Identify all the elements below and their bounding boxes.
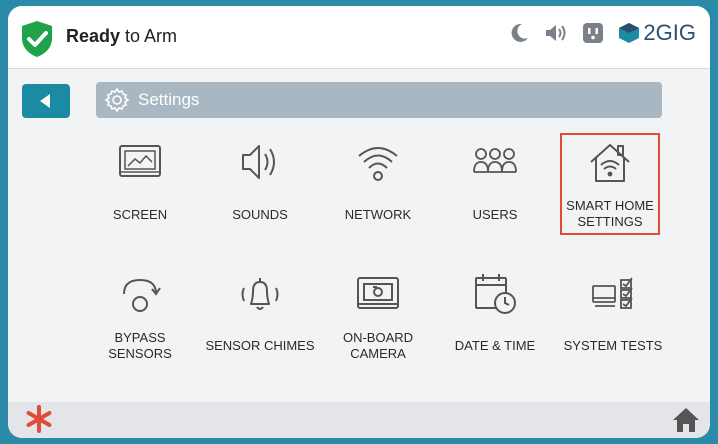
brand-name: 2GIG — [643, 20, 696, 45]
tile-label: SMART HOME SETTINGS — [566, 198, 654, 229]
tile-label: NETWORK — [344, 207, 412, 222]
tile-date-time[interactable]: DATE & TIME — [440, 266, 550, 376]
status-icons: 2GIG — [508, 20, 696, 46]
calendar-clock-icon — [440, 270, 550, 318]
arm-status: Ready to Arm — [66, 26, 177, 47]
power-outlet-icon[interactable] — [582, 22, 604, 44]
smart-home-icon — [562, 139, 658, 187]
footer-bar — [8, 402, 710, 438]
brand-logo: 2GIG — [618, 20, 696, 46]
tile-sounds[interactable]: SOUNDS — [205, 134, 315, 244]
camera-icon — [323, 270, 433, 318]
checklist-icon — [558, 270, 668, 318]
panel-frame: Ready to Arm 2GIG Settings SCREEN SOUNDS… — [8, 6, 710, 438]
wifi-icon — [323, 138, 433, 186]
users-icon — [440, 138, 550, 186]
screen-icon — [85, 138, 195, 186]
tile-label: USERS — [472, 207, 518, 222]
shield-check-icon — [22, 21, 52, 57]
tile-sensor-chimes[interactable]: SENSOR CHIMES — [205, 266, 315, 376]
home-icon[interactable] — [672, 406, 700, 434]
tile-label: ON-BOARD CAMERA — [342, 330, 414, 361]
tile-bypass-sensors[interactable]: BYPASS SENSORS — [85, 266, 195, 376]
tile-label: SOUNDS — [232, 207, 288, 222]
tile-smart-home-settings[interactable]: SMART HOME SETTINGS — [560, 133, 660, 235]
tile-label: SCREEN — [112, 207, 168, 222]
brand-mark-icon — [619, 23, 640, 43]
back-button[interactable] — [22, 84, 70, 118]
status-bar: Ready to Arm 2GIG — [8, 6, 710, 69]
page-title: Settings — [138, 90, 200, 109]
bypass-icon — [85, 270, 195, 318]
triangle-left-icon — [40, 94, 50, 108]
tile-label: SYSTEM TESTS — [563, 338, 663, 353]
bell-icon — [205, 270, 315, 318]
tile-label: DATE & TIME — [454, 338, 536, 353]
speaker-icon — [205, 138, 315, 186]
gear-icon — [104, 87, 130, 113]
tile-on-board-camera[interactable]: ON-BOARD CAMERA — [323, 266, 433, 376]
moon-icon[interactable] — [508, 22, 530, 44]
tile-network[interactable]: NETWORK — [323, 134, 433, 244]
arm-status-bold: Ready — [66, 26, 121, 46]
tile-label: SENSOR CHIMES — [205, 338, 315, 353]
page-title-bar: Settings — [96, 82, 662, 118]
volume-icon[interactable] — [544, 22, 568, 44]
tile-screen[interactable]: SCREEN — [85, 134, 195, 244]
tile-system-tests[interactable]: SYSTEM TESTS — [558, 266, 668, 376]
tile-label: BYPASS SENSORS — [108, 330, 172, 361]
arm-status-rest: to Arm — [120, 26, 178, 46]
asterisk-icon[interactable] — [24, 404, 54, 434]
tile-users[interactable]: USERS — [440, 134, 550, 244]
